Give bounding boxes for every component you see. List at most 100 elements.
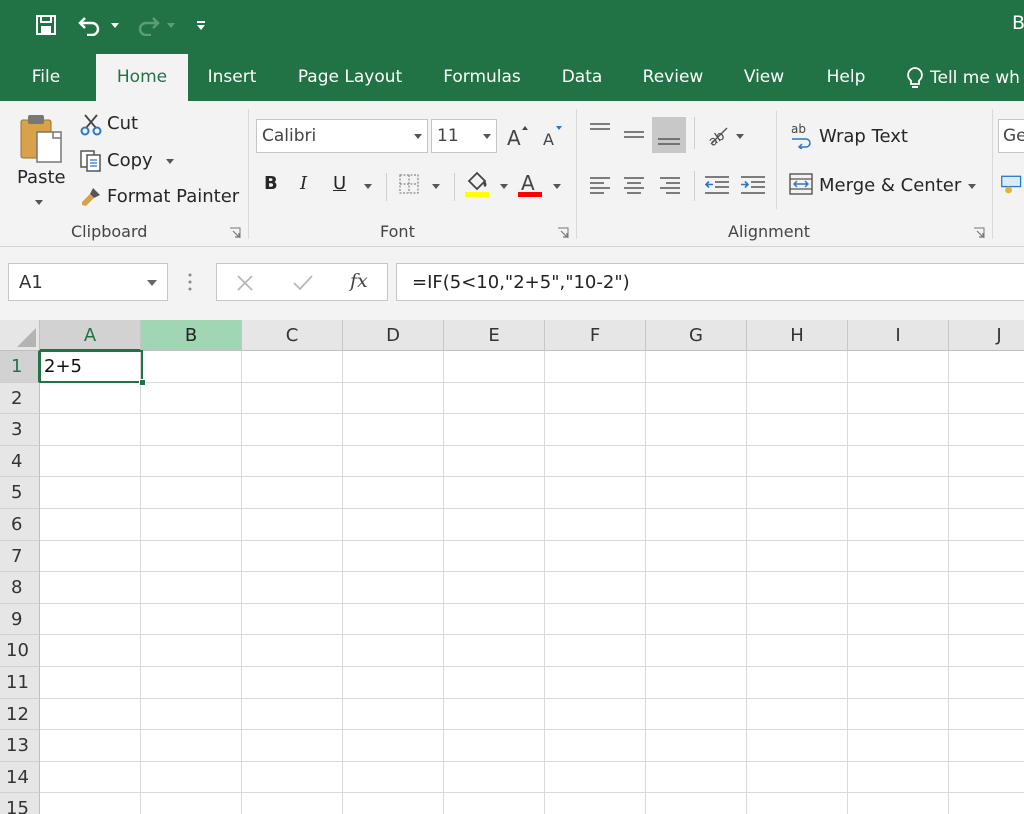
customize-qat-button[interactable] xyxy=(192,10,210,40)
insert-function-button[interactable]: fx xyxy=(350,270,368,292)
font-color-button[interactable]: A xyxy=(516,169,544,199)
undo-button[interactable] xyxy=(76,10,122,40)
row-header-1[interactable]: 1 xyxy=(0,351,40,383)
row-header-12[interactable]: 12 xyxy=(0,698,40,731)
column-header-j[interactable]: J xyxy=(949,320,1024,351)
row-header-7[interactable]: 7 xyxy=(0,540,40,573)
text-orientation-icon: ab xyxy=(706,127,728,148)
merge-center-button[interactable]: Merge & Center xyxy=(819,175,961,196)
save-button[interactable] xyxy=(30,10,62,40)
merge-center-dropdown-arrow[interactable] xyxy=(968,184,976,189)
decrease-indent-button[interactable] xyxy=(702,173,732,197)
column-header-f[interactable]: F xyxy=(545,320,646,351)
tab-insert[interactable]: Insert xyxy=(200,54,264,101)
column-header-g[interactable]: G xyxy=(646,320,747,351)
underline-button[interactable]: U xyxy=(333,173,346,194)
row-header-15[interactable]: 15 xyxy=(0,793,40,814)
select-all-button[interactable] xyxy=(0,320,40,351)
fill-color-dropdown-arrow[interactable] xyxy=(500,184,508,189)
fill-handle[interactable] xyxy=(139,379,146,386)
paste-dropdown-arrow[interactable] xyxy=(35,200,43,205)
copy-button[interactable]: Copy xyxy=(107,150,153,171)
font-name-combo[interactable]: Calibri xyxy=(256,119,428,153)
tab-file[interactable]: File xyxy=(18,54,74,101)
column-header-d[interactable]: D xyxy=(343,320,444,351)
fill-color-button[interactable] xyxy=(464,169,492,199)
column-gridline xyxy=(746,351,747,814)
borders-button[interactable] xyxy=(396,171,422,197)
font-size-combo[interactable]: 11 xyxy=(431,119,497,153)
font-color-dropdown-arrow[interactable] xyxy=(553,184,561,189)
accounting-format-button[interactable] xyxy=(1000,171,1024,197)
more-options-icon[interactable] xyxy=(186,271,194,293)
redo-button[interactable] xyxy=(132,10,178,40)
tab-review[interactable]: Review xyxy=(636,54,710,101)
italic-button[interactable]: I xyxy=(300,173,307,194)
bold-button[interactable]: B xyxy=(264,173,278,194)
align-left-button[interactable] xyxy=(586,173,614,197)
middle-align-button[interactable] xyxy=(620,123,648,147)
row-gridline xyxy=(40,792,1024,794)
borders-dropdown-arrow[interactable] xyxy=(432,184,440,189)
row-header-8[interactable]: 8 xyxy=(0,572,40,604)
window-title: B xyxy=(1012,12,1024,34)
tab-data[interactable]: Data xyxy=(554,54,610,101)
tab-page-layout[interactable]: Page Layout xyxy=(290,54,410,101)
formula-text: =IF(5<10,"2+5","10-2") xyxy=(412,272,630,293)
tab-home[interactable]: Home xyxy=(96,54,188,101)
copy-dropdown-arrow[interactable] xyxy=(166,159,174,164)
save-icon xyxy=(36,15,56,35)
bottom-align-button[interactable] xyxy=(652,117,686,153)
formula-input[interactable]: =IF(5<10,"2+5","10-2") xyxy=(396,263,1024,301)
row-header-5[interactable]: 5 xyxy=(0,477,40,509)
top-align-button[interactable] xyxy=(586,119,614,143)
orientation-button[interactable]: ab xyxy=(704,121,732,149)
align-center-button[interactable] xyxy=(620,173,648,197)
row-header-2[interactable]: 2 xyxy=(0,382,40,415)
column-header-i[interactable]: I xyxy=(848,320,949,351)
tab-help[interactable]: Help xyxy=(818,54,874,101)
number-format-combo[interactable]: Ge xyxy=(998,119,1024,153)
row-header-9[interactable]: 9 xyxy=(0,603,40,636)
wrap-text-button[interactable]: Wrap Text xyxy=(819,126,908,147)
align-right-button[interactable] xyxy=(656,173,684,197)
decrease-indent-icon xyxy=(704,176,729,194)
worksheet-grid[interactable]: ABCDEFGHIJ 1 2 3 4 5 6 7 8 9 10 11 12 13 14 15 2+5 xyxy=(0,320,1024,814)
orientation-dropdown-arrow[interactable] xyxy=(736,134,744,139)
merge-center-icon-wrap[interactable] xyxy=(788,171,814,197)
format-painter-button[interactable]: Format Painter xyxy=(107,186,239,207)
cut-button-icon-wrap[interactable] xyxy=(78,111,104,137)
column-header-b[interactable]: B xyxy=(141,320,242,351)
column-header-h[interactable]: H xyxy=(747,320,848,351)
increase-font-size-button[interactable]: A xyxy=(505,123,531,149)
row-header-11[interactable]: 11 xyxy=(0,667,40,699)
column-header-e[interactable]: E xyxy=(444,320,545,351)
cut-button[interactable]: Cut xyxy=(107,113,138,134)
increase-indent-button[interactable] xyxy=(738,173,768,197)
tab-formulas[interactable]: Formulas xyxy=(436,54,528,101)
row-gridline xyxy=(40,444,1024,446)
alignment-launcher-icon[interactable] xyxy=(973,227,985,239)
row-header-6[interactable]: 6 xyxy=(0,509,40,541)
enter-check-icon[interactable] xyxy=(292,274,314,292)
underline-dropdown-arrow[interactable] xyxy=(364,184,372,189)
cancel-icon[interactable] xyxy=(235,274,255,292)
copy-icon-wrap[interactable] xyxy=(78,148,104,174)
format-painter-icon-wrap[interactable] xyxy=(78,184,104,210)
paste-button[interactable] xyxy=(16,111,66,167)
row-header-10[interactable]: 10 xyxy=(0,635,40,667)
tell-me-search[interactable]: Tell me wh xyxy=(906,54,1020,101)
column-header-a[interactable]: A xyxy=(40,320,141,351)
clipboard-launcher-icon[interactable] xyxy=(229,227,241,239)
name-box[interactable]: A1 xyxy=(8,263,168,301)
row-header-4[interactable]: 4 xyxy=(0,445,40,478)
decrease-font-size-button[interactable]: A xyxy=(540,123,566,149)
row-header-14[interactable]: 14 xyxy=(0,761,40,794)
font-launcher-icon[interactable] xyxy=(557,227,569,239)
column-header-c[interactable]: C xyxy=(242,320,343,351)
tab-view[interactable]: View xyxy=(736,54,792,101)
chevron-down-icon xyxy=(414,134,422,139)
row-header-13[interactable]: 13 xyxy=(0,730,40,762)
row-header-3[interactable]: 3 xyxy=(0,414,40,446)
wrap-text-icon-wrap[interactable]: ab xyxy=(788,121,814,149)
